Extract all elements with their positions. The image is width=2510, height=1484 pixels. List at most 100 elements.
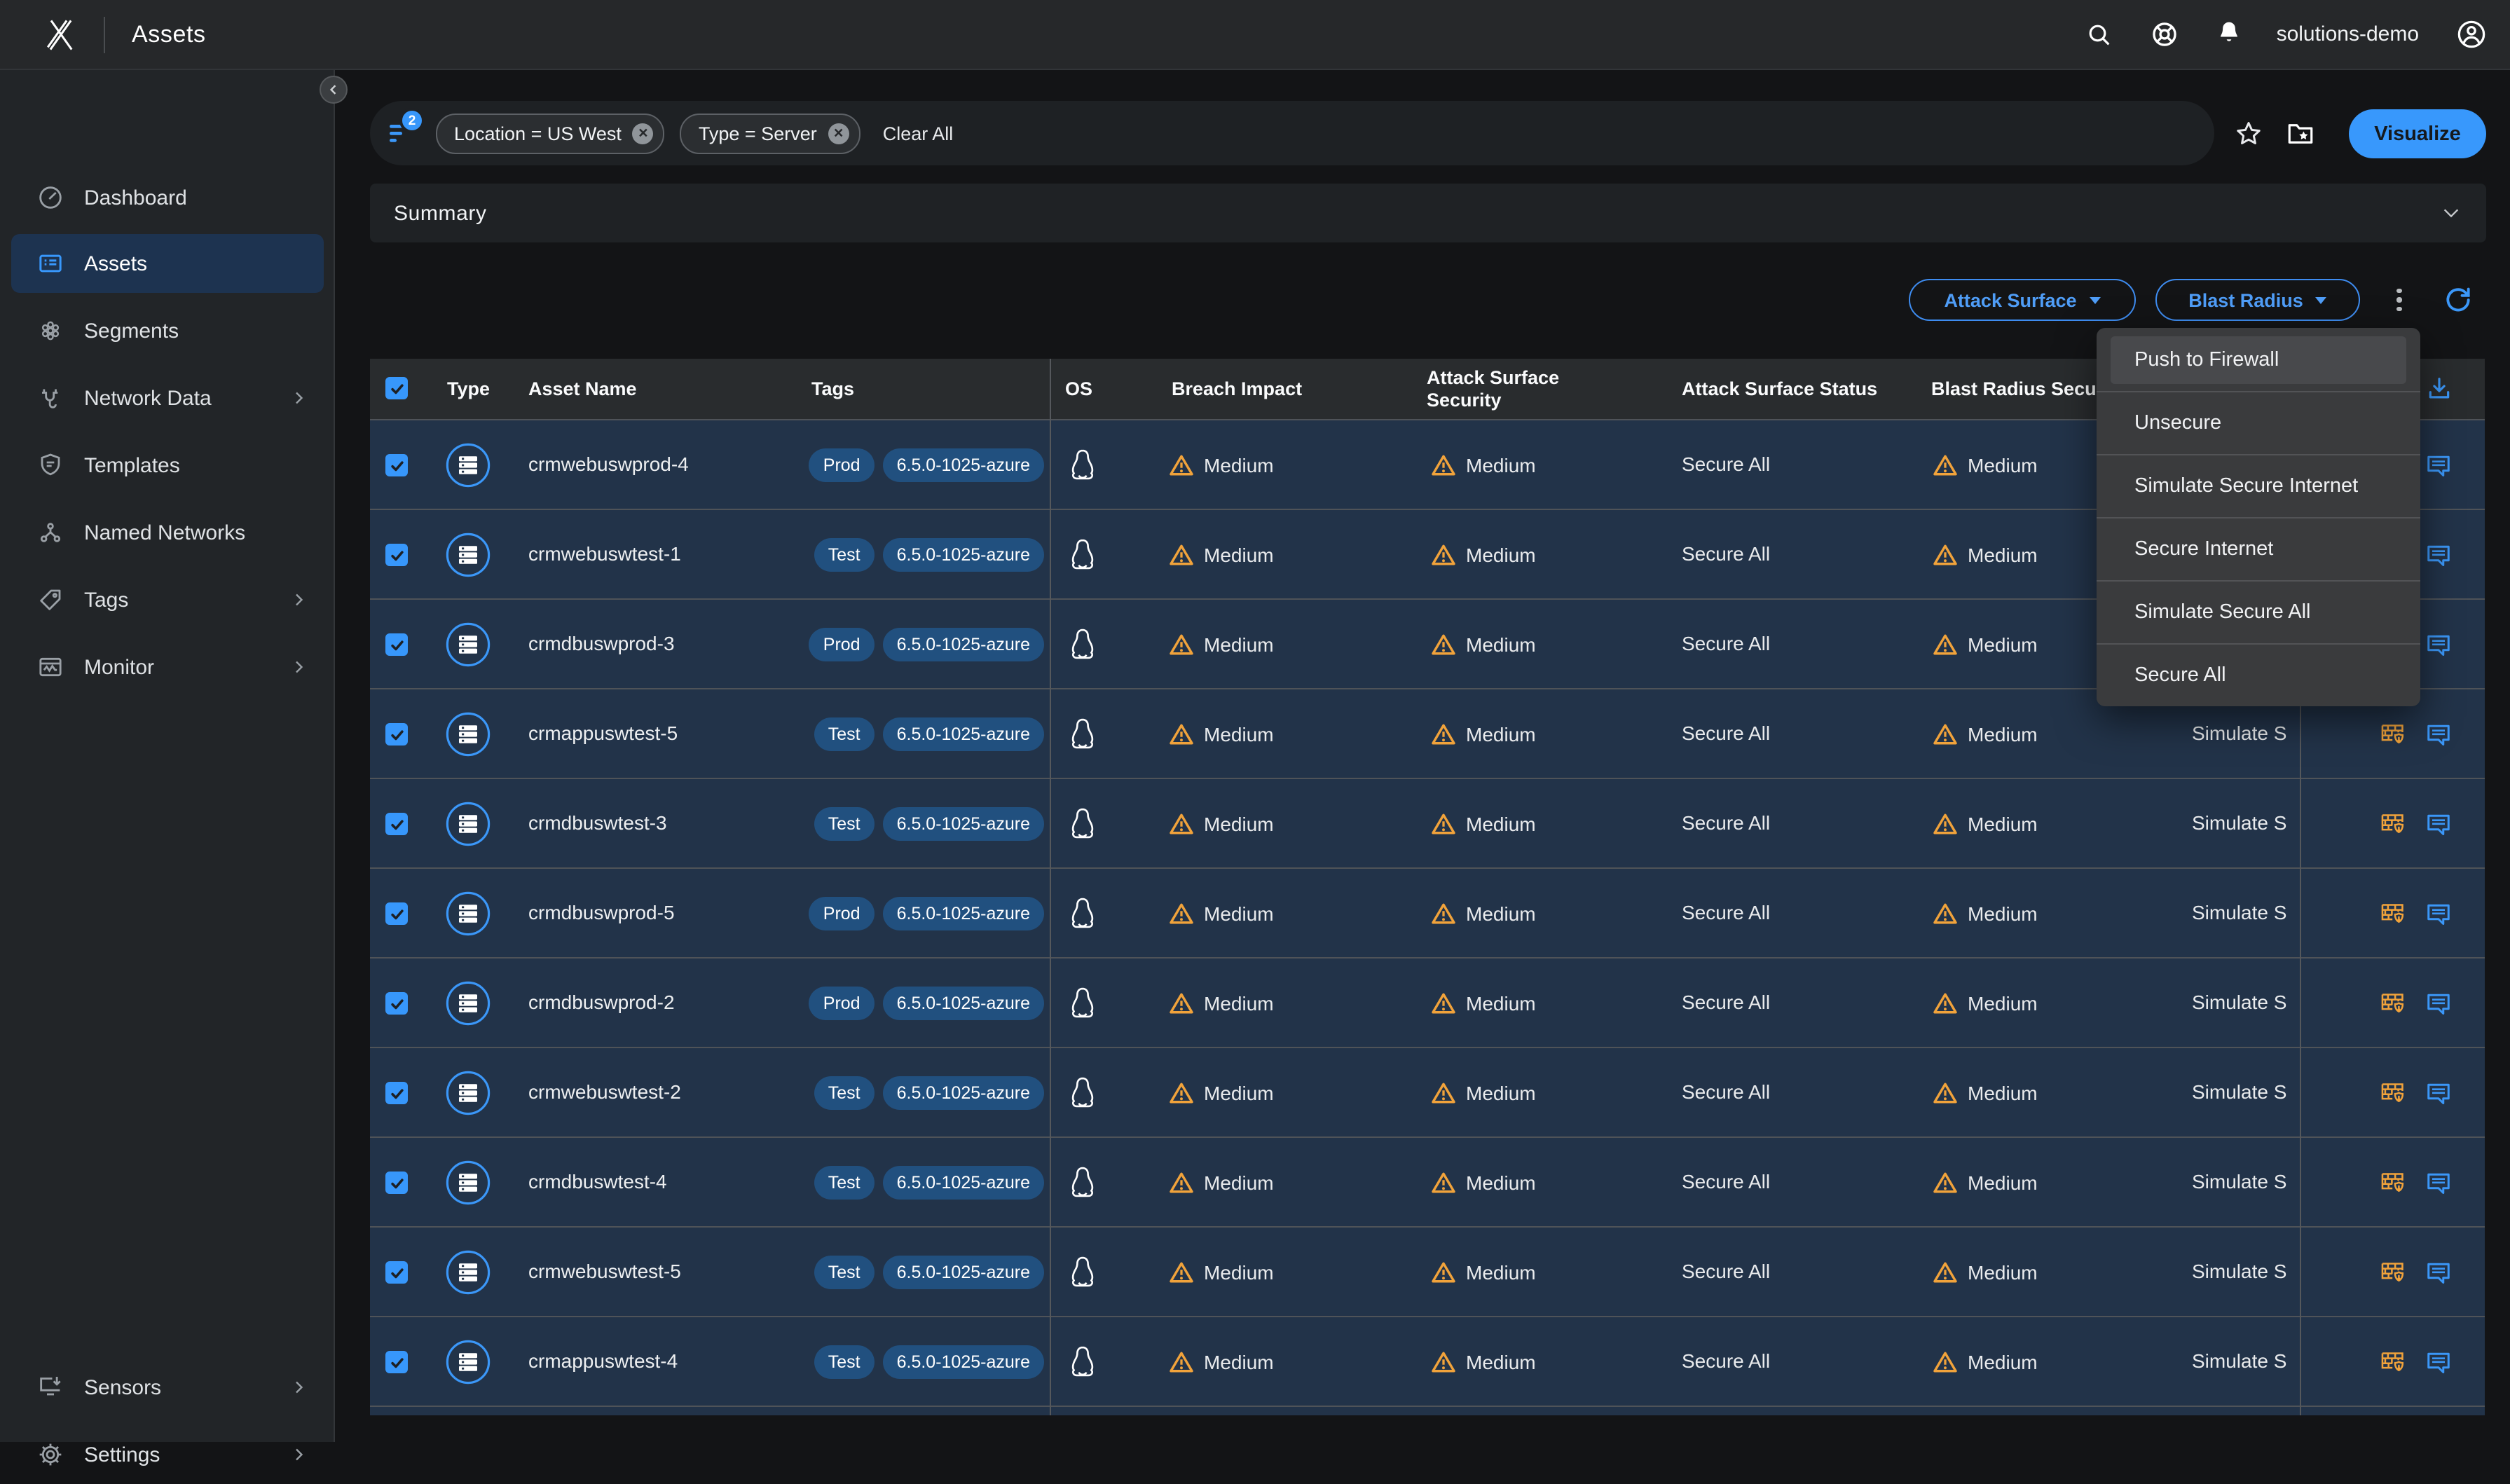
visualize-button[interactable]: Visualize	[2349, 109, 2486, 158]
comment-icon[interactable]	[2426, 1261, 2451, 1285]
account-name[interactable]: solutions-demo	[2277, 22, 2419, 46]
env-tag-badge[interactable]: Test	[814, 1076, 875, 1109]
col-asset-name[interactable]: Asset Name	[528, 359, 637, 419]
version-tag-badge[interactable]: 6.5.0-1025-azure	[883, 1165, 1044, 1199]
sidebar-item-monitor[interactable]: Monitor	[11, 638, 324, 696]
row-checkbox[interactable]	[385, 1172, 408, 1194]
blast-radius-dropdown-button[interactable]: Blast Radius	[2155, 279, 2360, 321]
env-tag-badge[interactable]: Test	[814, 717, 875, 750]
env-tag-badge[interactable]: Test	[814, 1345, 875, 1378]
table-row[interactable]: crmwebuswtest-2 Test 6.5.0-1025-azure Me…	[370, 1047, 2485, 1136]
clear-all-filters-button[interactable]: Clear All	[883, 123, 954, 144]
firewall-warning-icon[interactable]	[2380, 1170, 2406, 1197]
menu-item-simulate-secure-internet[interactable]: Simulate Secure Internet	[2097, 454, 2420, 517]
sidebar-item-segments[interactable]: Segments	[11, 301, 324, 360]
col-type[interactable]: Type	[447, 359, 490, 419]
search-icon[interactable]	[2086, 20, 2114, 48]
row-checkbox[interactable]	[385, 723, 408, 746]
row-checkbox[interactable]	[385, 813, 408, 835]
asset-name[interactable]: crmdbuswprod-2	[528, 959, 675, 1047]
env-tag-badge[interactable]: Prod	[809, 986, 875, 1019]
version-tag-badge[interactable]: 6.5.0-1025-azure	[883, 717, 1044, 750]
env-tag-badge[interactable]: Test	[814, 537, 875, 571]
asset-name[interactable]: crmwebuswtest-1	[528, 510, 681, 598]
version-tag-badge[interactable]: 6.5.0-1025-azure	[883, 986, 1044, 1019]
env-tag-badge[interactable]: Prod	[809, 627, 875, 661]
firewall-warning-icon[interactable]	[2380, 901, 2406, 928]
select-all-checkbox[interactable]	[385, 377, 408, 399]
version-tag-badge[interactable]: 6.5.0-1025-azure	[883, 448, 1044, 481]
col-attack-surface-security[interactable]: Attack Surface Security	[1427, 367, 1584, 411]
help-icon[interactable]	[2151, 20, 2180, 49]
asset-name[interactable]: crmwebuswtest-2	[528, 1048, 681, 1136]
firewall-warning-icon[interactable]	[2380, 1260, 2406, 1286]
comment-icon[interactable]	[2426, 1172, 2451, 1195]
menu-item-push-to-firewall[interactable]: Push to Firewall	[2097, 328, 2420, 391]
comment-icon[interactable]	[2426, 1351, 2451, 1375]
sidebar-item-named-networks[interactable]: Named Networks	[11, 503, 324, 562]
sidebar-item-templates[interactable]: Templates	[11, 436, 324, 495]
comment-icon[interactable]	[2426, 544, 2451, 568]
firewall-warning-icon[interactable]	[2380, 811, 2406, 838]
avatar-icon[interactable]	[2455, 18, 2488, 50]
col-tags[interactable]: Tags	[811, 359, 854, 419]
col-breach-impact[interactable]: Breach Impact	[1172, 359, 1302, 419]
asset-name[interactable]: crmdbuswprod-5	[528, 869, 675, 957]
comment-icon[interactable]	[2426, 902, 2451, 926]
menu-item-unsecure[interactable]: Unsecure	[2097, 391, 2420, 454]
env-tag-badge[interactable]: Test	[814, 1255, 875, 1289]
version-tag-badge[interactable]: 6.5.0-1025-azure	[883, 1076, 1044, 1109]
col-attack-surface-status[interactable]: Attack Surface Status	[1682, 359, 1877, 419]
version-tag-badge[interactable]: 6.5.0-1025-azure	[883, 627, 1044, 661]
env-tag-badge[interactable]: Test	[814, 1165, 875, 1199]
sidebar-item-tags[interactable]: Tags	[11, 570, 324, 629]
refresh-icon[interactable]	[2443, 284, 2474, 315]
favorite-star-icon[interactable]	[2234, 119, 2263, 149]
comment-icon[interactable]	[2426, 633, 2451, 657]
sidebar-item-assets[interactable]: Assets	[11, 234, 324, 293]
sidebar-collapse-button[interactable]	[320, 76, 348, 104]
notifications-bell-icon[interactable]	[2216, 20, 2243, 49]
table-row[interactable]: crmappuswtest-4 Test 6.5.0-1025-azure Me…	[370, 1316, 2485, 1406]
firewall-warning-icon[interactable]	[2380, 1080, 2406, 1107]
table-row[interactable]: crmdbuswtest-4 Test 6.5.0-1025-azure Med…	[370, 1136, 2485, 1226]
table-row[interactable]: crmdbuswtest-3 Test 6.5.0-1025-azure Med…	[370, 778, 2485, 867]
row-checkbox[interactable]	[385, 1351, 408, 1373]
chevron-down-icon[interactable]	[2440, 202, 2462, 224]
row-checkbox[interactable]	[385, 992, 408, 1015]
saved-filters-folder-icon[interactable]	[2286, 119, 2315, 149]
menu-item-secure-internet[interactable]: Secure Internet	[2097, 517, 2420, 580]
row-checkbox[interactable]	[385, 1082, 408, 1104]
menu-item-simulate-secure-all[interactable]: Simulate Secure All	[2097, 580, 2420, 643]
row-checkbox[interactable]	[385, 544, 408, 566]
comment-icon[interactable]	[2426, 992, 2451, 1016]
comment-icon[interactable]	[2426, 1082, 2451, 1106]
firewall-warning-icon[interactable]	[2380, 722, 2406, 748]
asset-name[interactable]: crmappuswtest-5	[528, 689, 678, 778]
env-tag-badge[interactable]: Prod	[809, 448, 875, 481]
version-tag-badge[interactable]: 6.5.0-1025-azure	[883, 896, 1044, 930]
attack-surface-dropdown-button[interactable]: Attack Surface	[1909, 279, 2136, 321]
more-actions-kebab-button[interactable]	[2385, 282, 2413, 318]
asset-name[interactable]: crmappuswtest-4	[528, 1317, 678, 1406]
summary-panel-header[interactable]: Summary	[370, 184, 2486, 242]
remove-filter-icon[interactable]: ✕	[633, 123, 654, 144]
firewall-warning-icon[interactable]	[2380, 1349, 2406, 1376]
asset-name[interactable]: crmwebuswtest-5	[528, 1228, 681, 1316]
version-tag-badge[interactable]: 6.5.0-1025-azure	[883, 1345, 1044, 1378]
version-tag-badge[interactable]: 6.5.0-1025-azure	[883, 806, 1044, 840]
table-row[interactable]: crmwebuswtest-5 Test 6.5.0-1025-azure Me…	[370, 1226, 2485, 1316]
filter-funnel-icon[interactable]: 2	[390, 121, 420, 146]
env-tag-badge[interactable]: Test	[814, 806, 875, 840]
comment-icon[interactable]	[2426, 813, 2451, 837]
asset-name[interactable]: crmdbuswprod-3	[528, 600, 675, 688]
col-os[interactable]: OS	[1065, 359, 1092, 419]
firewall-warning-icon[interactable]	[2380, 991, 2406, 1017]
sidebar-item-sensors[interactable]: Sensors	[11, 1358, 324, 1417]
sidebar-item-dashboard[interactable]: Dashboard	[11, 168, 324, 227]
remove-filter-icon[interactable]: ✕	[828, 123, 849, 144]
asset-name[interactable]: crmdbuswtest-3	[528, 779, 667, 867]
env-tag-badge[interactable]: Prod	[809, 896, 875, 930]
download-icon[interactable]	[2426, 376, 2453, 402]
version-tag-badge[interactable]: 6.5.0-1025-azure	[883, 1255, 1044, 1289]
